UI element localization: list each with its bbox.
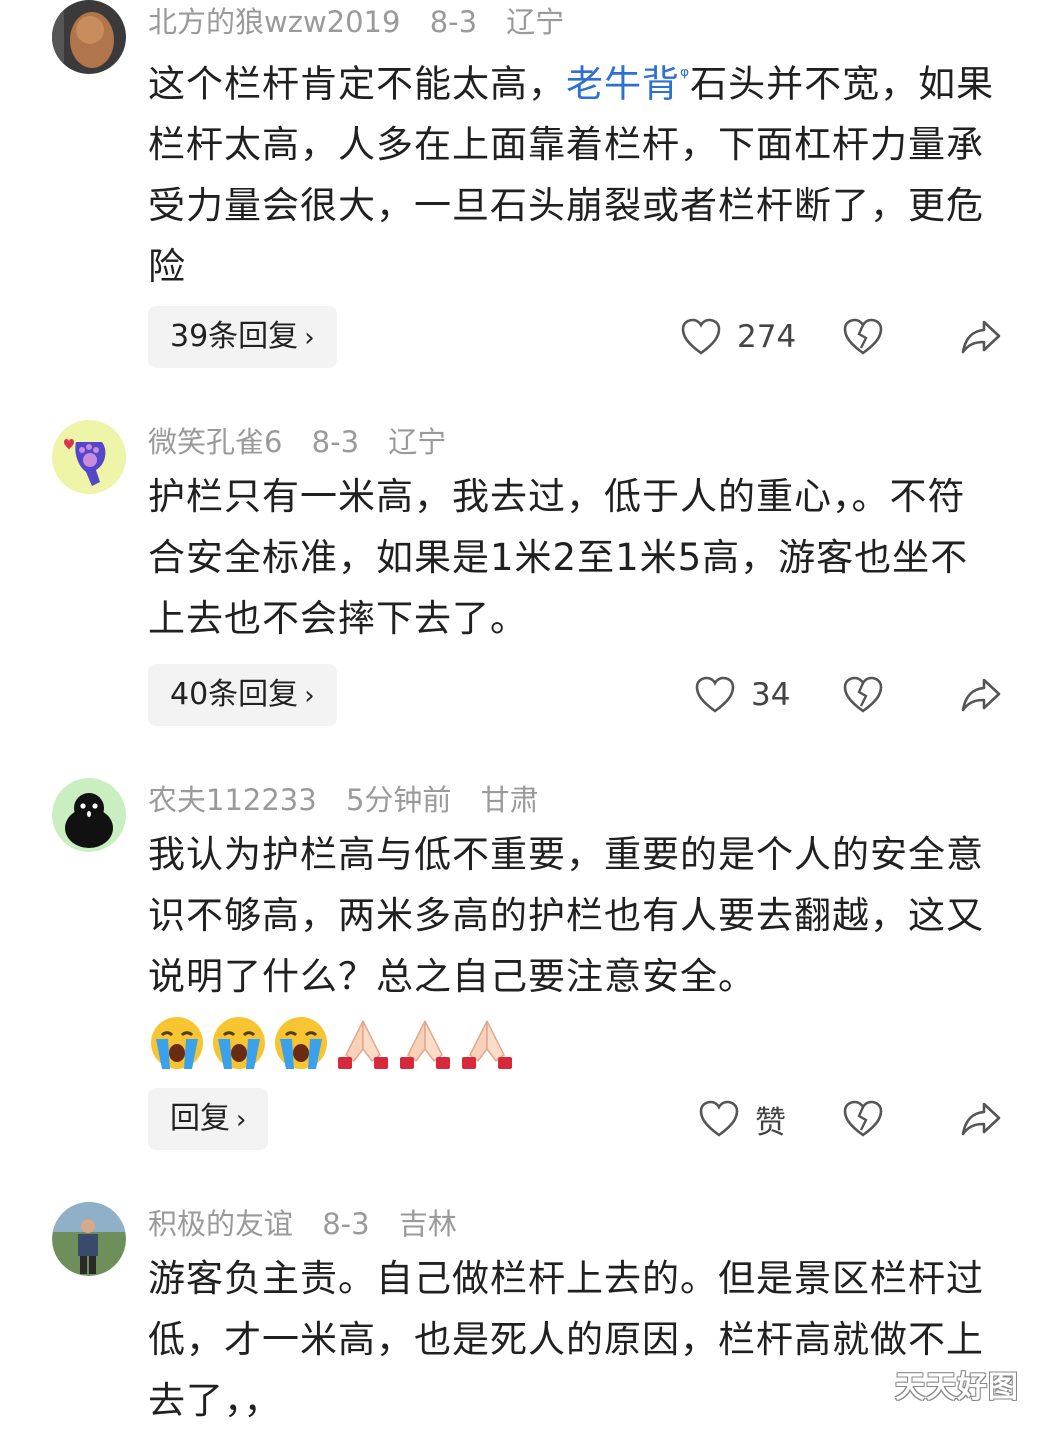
chevron-right-icon: › [304, 323, 315, 353]
broken-heart-icon [843, 318, 883, 356]
comment-date: 8-3 [311, 425, 360, 459]
search-icon[interactable]: ᵠ [680, 64, 690, 89]
avatar[interactable] [52, 420, 126, 494]
comment-actions: 274 [679, 306, 1039, 368]
crying-emoji-icon [275, 1017, 327, 1069]
comment-text: 这个栏杆肯定不能太高，老牛背ᵠ石头并不宽，如果栏杆太高，人多在上面靠着栏杆，下面… [148, 62, 995, 289]
username[interactable]: 积极的友谊 [148, 1207, 293, 1241]
heart-icon [695, 676, 735, 714]
avatar[interactable] [52, 0, 126, 74]
comment-text: 游客负主责。自己做栏杆上去的。但是景区栏杆过低，才一米高，也是死人的原因，栏杆高… [148, 1257, 984, 1422]
like-count: 34 [751, 677, 791, 713]
dislike-button[interactable] [843, 664, 883, 726]
username[interactable]: 北方的狼wzw2019 [148, 5, 400, 39]
avatar[interactable] [52, 778, 126, 852]
username[interactable]: 微笑孔雀6 [148, 425, 282, 459]
username[interactable]: 农夫112233 [148, 783, 317, 817]
comment-meta: 农夫112233 5分钟前 甘肃 [148, 780, 559, 820]
comment-meta: 微笑孔雀6 8-3 辽宁 [148, 422, 466, 462]
view-replies-button[interactable]: 39条回复 › [148, 306, 337, 368]
comment-text: 护栏只有一米高，我去过，低于人的重心，。不符合安全标准，如果是1米2至1米5高，… [148, 475, 969, 640]
comment-text: 我认为护栏高与低不重要，重要的是个人的安全意识不够高，两米多高的护栏也有人要去翻… [148, 833, 984, 998]
broken-heart-icon [843, 1100, 883, 1138]
chevron-right-icon: › [304, 681, 315, 711]
share-icon [961, 1101, 1001, 1137]
broken-heart-icon [843, 676, 883, 714]
praying-hands-emoji-icon [462, 1020, 512, 1069]
like-button[interactable]: 34 [695, 664, 790, 726]
share-icon [961, 677, 1001, 713]
heart-icon [681, 318, 721, 356]
comment-location: 辽宁 [506, 5, 565, 39]
topic-link[interactable]: 老牛背 [566, 62, 680, 105]
share-button[interactable] [961, 664, 1001, 726]
like-count: 274 [737, 319, 797, 355]
comment-location: 吉林 [398, 1207, 457, 1241]
praying-hands-emoji-icon [338, 1020, 388, 1069]
comment-meta: 北方的狼wzw2019 8-3 辽宁 [148, 2, 584, 42]
comment-meta: 积极的友谊 8-3 吉林 [148, 1204, 477, 1244]
avatar[interactable] [52, 1202, 126, 1276]
comment-date: 8-3 [429, 5, 478, 39]
comment-location: 辽宁 [388, 425, 447, 459]
share-button[interactable] [961, 1088, 1001, 1150]
comment-date: 5分钟前 [345, 783, 452, 817]
heart-icon [699, 1100, 739, 1138]
dislike-button[interactable] [843, 1088, 883, 1150]
crying-emoji-icon [151, 1017, 203, 1069]
comment-date: 8-3 [322, 1207, 370, 1241]
watermark: 天天好图 [895, 1370, 1019, 1405]
share-button[interactable] [961, 306, 1001, 368]
like-label: 赞 [755, 1104, 786, 1141]
emoji-row [148, 1012, 516, 1072]
dislike-button[interactable] [843, 306, 883, 368]
reply-button[interactable]: 回复 › [148, 1088, 269, 1150]
share-icon [961, 319, 1001, 355]
praying-hands-emoji-icon [400, 1020, 450, 1069]
comment-actions: 赞 [679, 1088, 1039, 1150]
like-button[interactable]: 赞 [699, 1088, 786, 1150]
like-button[interactable]: 274 [681, 306, 796, 368]
crying-emoji-icon [213, 1017, 265, 1069]
comment-location: 甘肃 [480, 783, 539, 817]
chevron-right-icon: › [236, 1105, 247, 1135]
view-replies-button[interactable]: 40条回复 › [148, 664, 337, 726]
comment-actions: 34 [679, 664, 1039, 726]
